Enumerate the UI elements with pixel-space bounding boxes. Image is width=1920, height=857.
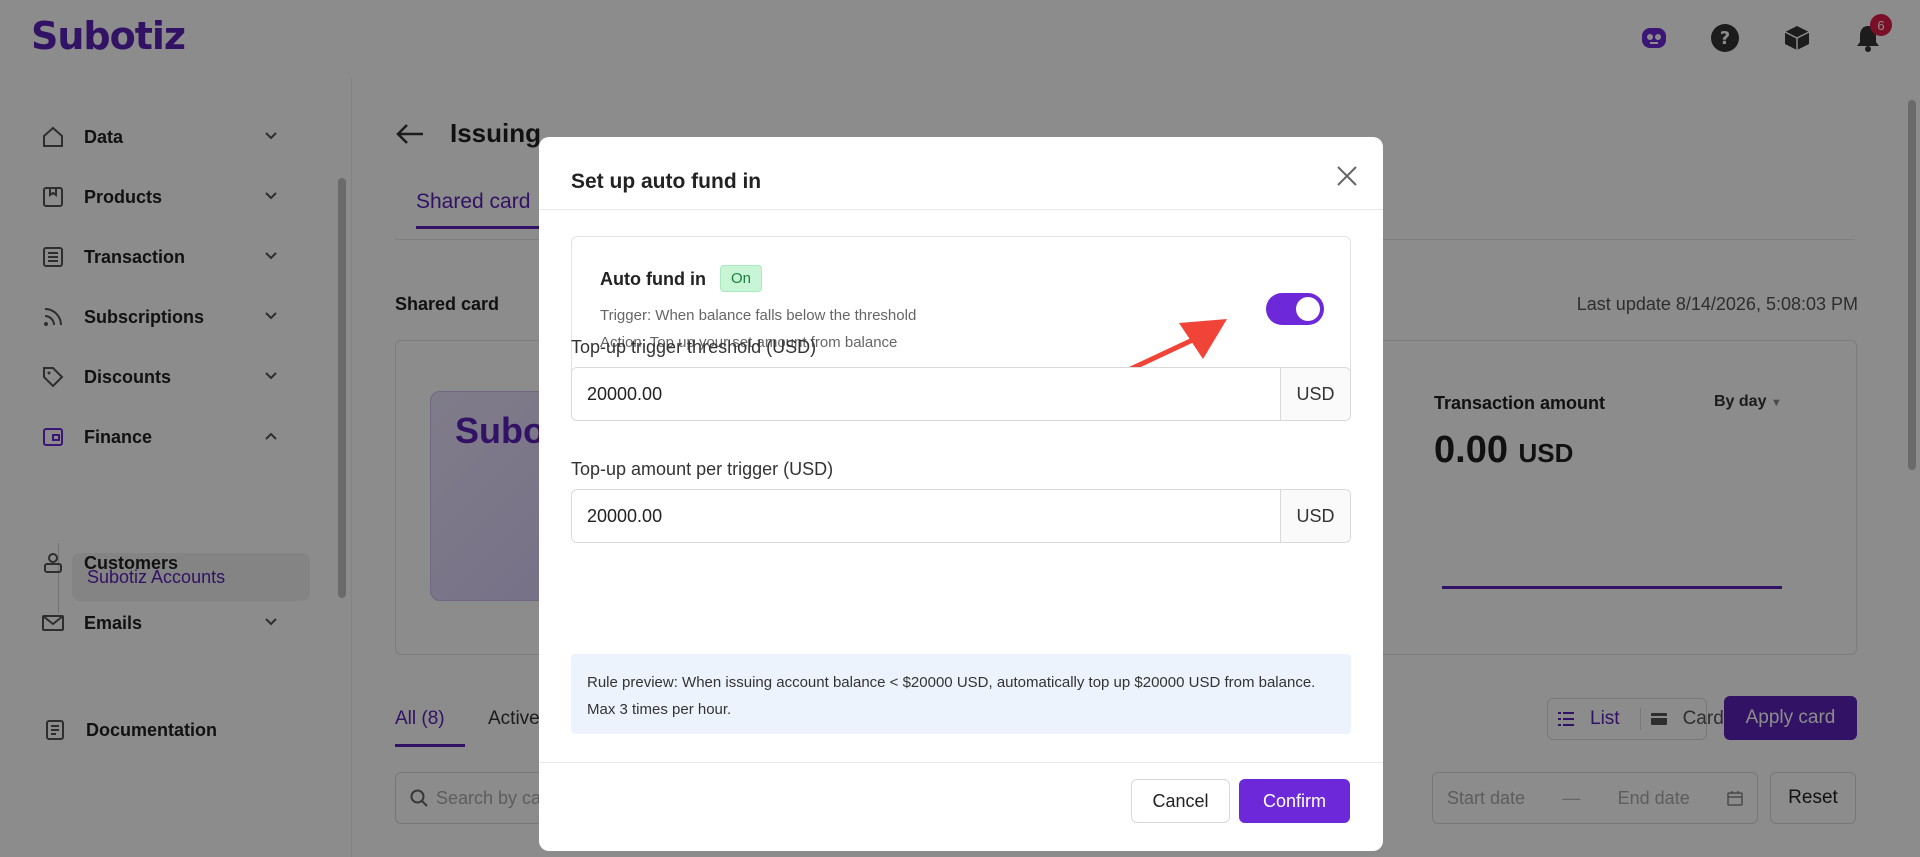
threshold-label: Top-up trigger threshold (USD) <box>571 337 817 357</box>
divider <box>539 762 1383 763</box>
auto-fund-toggle[interactable] <box>1266 293 1324 325</box>
confirm-button[interactable]: Confirm <box>1239 779 1350 823</box>
currency-addon: USD <box>1280 368 1350 420</box>
auto-fund-title: Auto fund in <box>600 269 706 289</box>
trigger-text: Trigger: When balance falls below the th… <box>600 307 917 324</box>
threshold-field: USD <box>571 367 1351 421</box>
cancel-button[interactable]: Cancel <box>1131 779 1230 823</box>
close-icon[interactable] <box>1332 161 1362 191</box>
divider <box>539 209 1383 210</box>
rule-preview: Rule preview: When issuing account balan… <box>571 654 1351 734</box>
modal-title: Set up auto fund in <box>571 170 762 193</box>
currency-addon: USD <box>1280 490 1350 542</box>
amount-input[interactable] <box>572 490 1280 542</box>
threshold-input[interactable] <box>572 368 1280 420</box>
status-badge: On <box>720 265 763 292</box>
amount-label: Top-up amount per trigger (USD) <box>571 459 834 479</box>
amount-field: USD <box>571 489 1351 543</box>
auto-fund-modal: Set up auto fund in Auto fund in On Trig… <box>539 137 1383 851</box>
